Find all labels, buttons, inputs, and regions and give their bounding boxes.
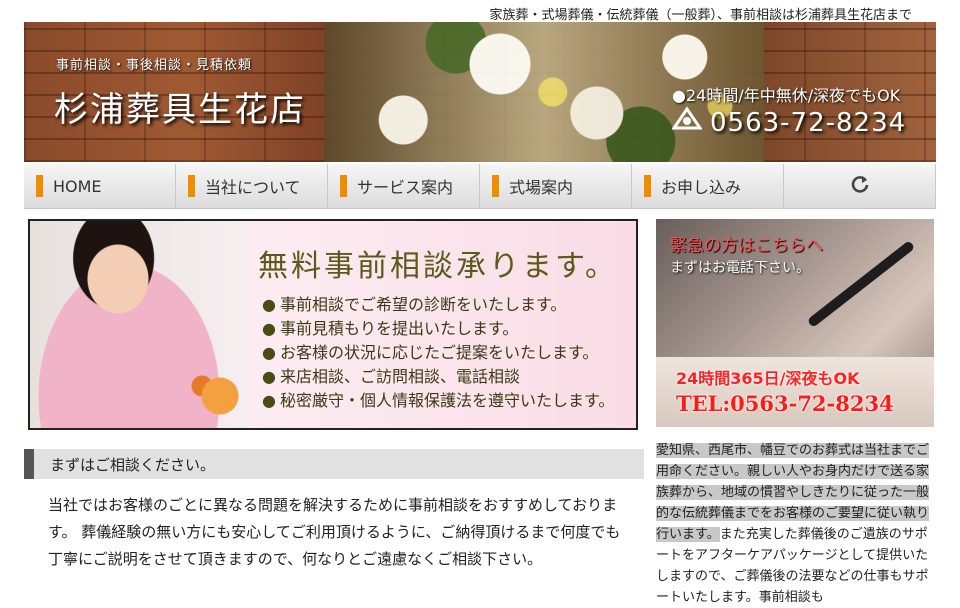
emergency-hours: 24時間365日/深夜もOK <box>676 369 860 388</box>
nav-marker <box>644 175 651 197</box>
nav-label: HOME <box>53 176 102 196</box>
header-tagline: 家族葬・式場葬儀・伝統葬儀（一般葬）、事前相談は杉浦葬具生花店まで <box>489 8 912 23</box>
nav-venues[interactable]: 式場案内 <box>480 164 632 208</box>
reload-icon <box>850 174 870 198</box>
section-heading: まずはご相談ください。 <box>24 449 644 479</box>
flower-decoration <box>190 371 250 421</box>
nav-marker <box>492 175 499 197</box>
nav-marker <box>188 175 195 197</box>
header-phone-number: 0563-72-8234 <box>710 107 907 138</box>
emergency-contact-banner[interactable]: 緊急の方はこちらへ まずはお電話下さい。 24時間365日/深夜もOK TEL:… <box>656 219 934 427</box>
nav-home[interactable]: HOME <box>24 164 176 208</box>
nav-label: サービス案内 <box>357 178 454 197</box>
phone-icon <box>671 106 703 139</box>
nav-label: 式場案内 <box>509 178 574 197</box>
promo-list: 事前相談でご希望の診断をいたします。 事前見積もりを提出いたします。 お客様の状… <box>262 293 614 413</box>
promo-item: 秘密厳守・個人情報保護法を遵守いたします。 <box>262 389 614 413</box>
business-hours: ●24時間/年中無休/深夜でもOK <box>672 86 901 105</box>
promo-item: 来店相談、ご訪問相談、電話相談 <box>262 365 614 389</box>
reload-button[interactable] <box>784 164 936 208</box>
emergency-heading: 緊急の方はこちらへ <box>670 236 823 256</box>
main-nav: HOME 当社について サービス案内 式場案内 お申し込み <box>24 164 936 209</box>
nav-services[interactable]: サービス案内 <box>328 164 480 208</box>
nav-about[interactable]: 当社について <box>176 164 328 208</box>
nav-label: 当社について <box>205 178 301 197</box>
emergency-phone: TEL:0563-72-8234 <box>676 391 894 416</box>
promo-item: 事前見積もりを提出いたします。 <box>262 317 614 341</box>
banner-subtitle: 事前相談・事後相談・見積依頼 <box>56 58 253 73</box>
header-phone: 0563-72-8234 <box>671 106 907 139</box>
emergency-subheading: まずはお電話下さい。 <box>670 260 810 276</box>
sidebar-description: 愛知県、西尾市、幡豆でのお葬式は当社までご用命ください。親しい人やお身内だけで送… <box>656 440 936 608</box>
header-banner: 事前相談・事後相談・見積依頼 杉浦葬具生花店 ●24時間/年中無休/深夜でもOK… <box>24 22 936 162</box>
nav-application[interactable]: お申し込み <box>632 164 784 208</box>
consultation-description: 当社ではお客様のごとに異なる問題を解決するために事前相談をおすすめしております。… <box>48 496 621 568</box>
promo-item: 事前相談でご希望の診断をいたします。 <box>262 293 614 317</box>
promo-item: お客様の状況に応じたご提案をいたします。 <box>262 341 614 365</box>
site-title[interactable]: 杉浦葬具生花店 <box>54 82 306 131</box>
consultation-promo-banner[interactable]: 無料事前相談承ります。 事前相談でご希望の診断をいたします。 事前見積もりを提出… <box>28 219 638 430</box>
nav-label: お申し込み <box>661 178 742 197</box>
nav-marker <box>36 175 43 197</box>
nav-marker <box>340 175 347 197</box>
promo-title: 無料事前相談承ります。 <box>258 249 618 284</box>
